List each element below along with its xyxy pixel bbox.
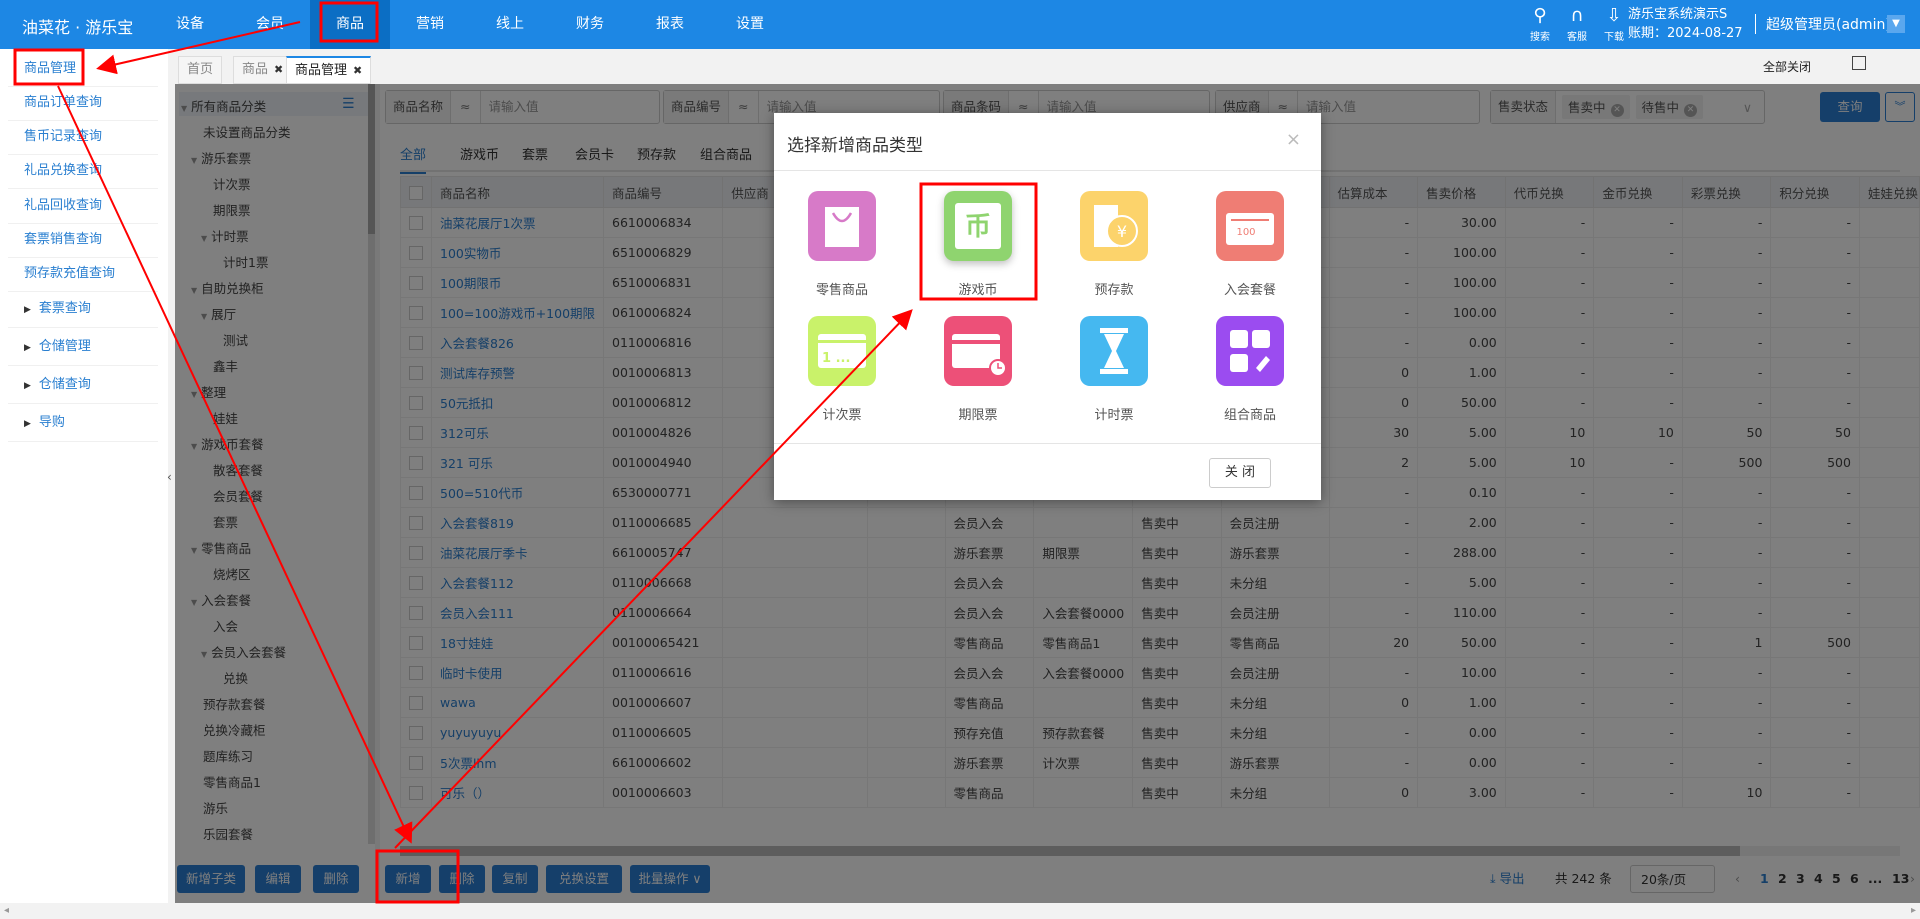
sidebar-item-label: 仓储查询 [38,377,91,392]
nav-item[interactable]: 设备 [150,0,230,49]
member-card-icon: 100 [1216,191,1284,261]
top-bar: 油菜花 · 游乐宝 设备 会员 商品 营销 线上 财务 报表 设置 ⚲ 搜索 ∩ 客服 ⇩ 下载 游乐宝… [0,0,1920,49]
product-type-option[interactable]: 100 入会套餐 [1195,191,1305,298]
tool-headset-button[interactable]: ∩ 客服 [1559,4,1595,43]
sidebar-item-label: 商品管理 [24,61,77,76]
yuan-coin-icon: ¥ [1080,191,1148,261]
sidebar-item-label: 售币记录查询 [24,129,103,144]
sidebar-item-label: 预存款充值查询 [24,266,116,281]
combo-grid-icon [1216,316,1284,386]
shopping-bag-icon [808,191,876,261]
caret-right-icon: ▶ [24,381,31,391]
product-type-label: 预存款 [1094,283,1134,298]
fullscreen-icon[interactable] [1852,56,1866,70]
sidebar-item[interactable]: 商品订单查询 [8,85,158,121]
chevron-down-icon[interactable]: ▼ [1887,15,1905,33]
system-name: 游乐宝系统演示S [1628,7,1728,22]
product-type-label: 计时票 [1094,408,1134,423]
tab-bar: 首页 商品 ✖ 商品管理 ✖ [175,49,1920,84]
tab-item[interactable]: 商品管理 ✖ [286,56,372,84]
sidebar-item-label: 套票查询 [38,301,91,316]
svg-text:币: 币 [965,212,991,242]
product-type-option[interactable]: 币游戏币 [923,191,1033,298]
close-modal-button[interactable]: 关 闭 [1209,458,1271,488]
tool-download-button[interactable]: ⇩ 下载 [1596,4,1632,43]
sidebar-item[interactable]: 套票销售查询 [8,222,158,258]
caret-right-icon: ▶ [24,419,31,429]
sidebar-item[interactable]: 预存款充值查询 [8,256,158,292]
add-product-type-modal: 选择新增商品类型 × 零售商品 币游戏币 ¥ 预存款 100 入会套餐 1 ... 计次票 期限… [774,113,1321,500]
product-type-label: 零售商品 [815,283,868,298]
tab-label: 首页 [187,62,214,77]
tab-label: 商品管理 [295,63,348,78]
tab-label: 商品 [242,62,269,77]
sidebar: 商品管理商品订单查询 售币记录查询 礼品兑换查询 礼品回收查询 套票销售查询 预存款充值查… [0,49,168,903]
svg-text:1 ...: 1 ... [822,351,850,366]
tool-search-button[interactable]: ⚲ 搜索 [1522,4,1558,43]
sidebar-item-label: 礼品回收查询 [24,198,103,213]
sidebar-item[interactable]: ▶ 套票查询 [8,290,158,328]
nav-item[interactable]: 线上 [470,0,550,49]
caret-right-icon: ▶ [24,305,31,315]
nav-item[interactable]: 财务 [550,0,630,49]
product-type-option[interactable]: ¥ 预存款 [1059,191,1169,298]
sidebar-item[interactable]: ▶ 仓储管理 [8,328,158,366]
sidebar-item-label: 导购 [38,415,65,430]
modal-title: 选择新增商品类型 [787,136,923,156]
product-type-option[interactable]: 计时票 [1059,316,1169,423]
sidebar-item-label: 礼品兑换查询 [24,163,103,178]
game-coin-icon: 币 [944,191,1012,261]
nav-item[interactable]: 商品 [310,0,390,49]
nav-item[interactable]: 报表 [630,0,710,49]
sidebar-item[interactable]: ▶ 导购 [8,404,158,442]
count-ticket-icon: 1 ... [808,316,876,386]
tab-item[interactable]: 首页 [178,56,223,84]
sidebar-item-label: 套票销售查询 [24,232,103,247]
hourglass-icon [1080,316,1148,386]
sidebar-item-label: 仓储管理 [38,339,91,354]
divider [774,170,1321,171]
close-all-tabs[interactable]: 全部关闭 [1763,58,1811,75]
product-type-label: 期限票 [958,408,998,423]
product-type-option[interactable]: 期限票 [923,316,1033,423]
download-icon: ⇩ [1606,5,1622,26]
tool-label: 搜索 [1530,32,1550,43]
product-type-label: 计次票 [822,408,862,423]
page-scrollbar[interactable]: ◂ ▸ [0,903,1920,919]
headset-icon: ∩ [1570,5,1584,26]
product-type-label: 组合商品 [1223,408,1276,423]
user-menu[interactable]: 超级管理员(admin) [1755,14,1891,34]
divider [774,443,1321,444]
nav-item[interactable]: 设置 [710,0,790,49]
tool-label: 下载 [1604,32,1624,43]
system-info: 游乐宝系统演示S 账期：2024-08-27 [1628,5,1743,43]
period-card-icon [944,316,1012,386]
tool-label: 客服 [1567,32,1587,43]
close-tab-icon[interactable]: ✖ [353,64,362,77]
product-type-label: 游戏币 [958,283,998,298]
svg-text:¥: ¥ [1117,222,1127,241]
sidebar-item[interactable]: 售币记录查询 [8,119,158,155]
product-type-label: 入会套餐 [1223,283,1276,298]
svg-text:100: 100 [1236,227,1255,238]
sidebar-item[interactable]: 礼品兑换查询 [8,153,158,189]
tab-item[interactable]: 商品 ✖ [233,56,293,84]
close-icon[interactable]: × [1286,129,1301,150]
search-icon: ⚲ [1533,5,1547,26]
caret-right-icon: ▶ [24,343,31,353]
close-tab-icon[interactable]: ✖ [274,63,283,76]
account-period: 账期：2024-08-27 [1628,26,1743,41]
nav-item[interactable]: 营销 [390,0,470,49]
sidebar-item[interactable]: 商品管理 [8,51,158,87]
product-type-option[interactable]: 1 ... 计次票 [787,316,897,423]
logo: 油菜花 · 游乐宝 [22,18,134,37]
product-type-option[interactable]: 组合商品 [1195,316,1305,423]
nav-item[interactable]: 会员 [230,0,310,49]
sidebar-item-label: 商品订单查询 [24,95,103,110]
sidebar-item[interactable]: 礼品回收查询 [8,188,158,224]
collapse-sidebar-icon[interactable]: ‹ [167,470,172,484]
sidebar-item[interactable]: ▶ 仓储查询 [8,366,158,404]
product-type-option[interactable]: 零售商品 [787,191,897,298]
